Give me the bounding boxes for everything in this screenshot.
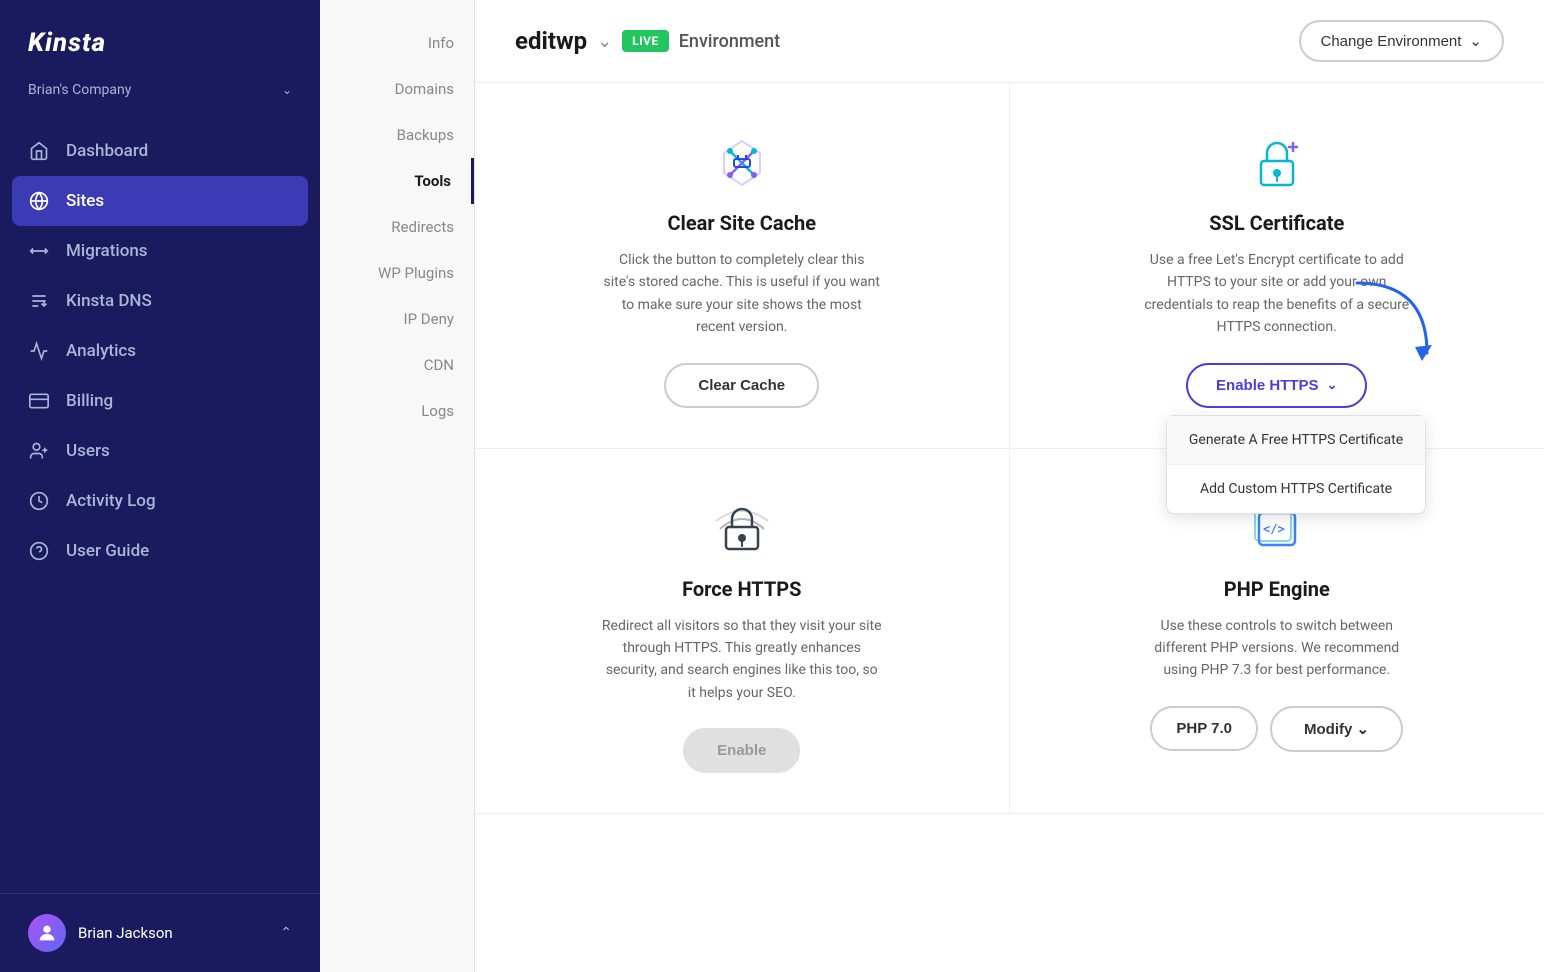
analytics-icon — [28, 340, 50, 362]
site-title: editwp — [515, 27, 587, 55]
user-info[interactable]: Brian Jackson — [28, 914, 173, 952]
sidebar-item-label: Kinsta DNS — [66, 291, 152, 311]
company-selector[interactable]: Brian's Company ⌄ — [0, 74, 320, 118]
sidebar-item-label: Billing — [66, 391, 113, 411]
change-environment-button[interactable]: Change Environment ⌄ — [1299, 20, 1505, 62]
sidebar-item-label: Sites — [66, 191, 104, 211]
chevron-up-icon: ⌃ — [280, 925, 292, 941]
dropdown-item-custom-cert[interactable]: Add Custom HTTPS Certificate — [1167, 465, 1425, 513]
sub-nav-cdn[interactable]: CDN — [320, 342, 474, 388]
tool-title: SSL Certificate — [1209, 211, 1344, 235]
main-nav: Dashboard Sites Migrations Kinsta DNS An… — [0, 118, 320, 893]
sidebar-item-activity-log[interactable]: Activity Log — [0, 476, 320, 526]
svg-text:</>: </> — [1263, 522, 1285, 536]
enable-https-button[interactable]: Enable HTTPS ⌄ — [1186, 363, 1367, 408]
tool-desc: Click the button to completely clear thi… — [602, 249, 882, 339]
sub-sidebar: Info Domains Backups Tools Redirects WP … — [320, 0, 475, 972]
sidebar-item-label: Dashboard — [66, 141, 148, 161]
brand-logo: Kinsta — [0, 0, 320, 74]
sub-nav-redirects[interactable]: Redirects — [320, 204, 474, 250]
sidebar-item-label: Users — [66, 441, 110, 461]
tool-desc: Use these controls to switch between dif… — [1137, 615, 1417, 682]
modify-label: Modify — [1304, 721, 1352, 738]
force-https-icon — [712, 499, 772, 559]
sidebar-item-dashboard[interactable]: Dashboard — [0, 126, 320, 176]
sub-nav-domains[interactable]: Domains — [320, 66, 474, 112]
user-name: Brian Jackson — [78, 924, 173, 942]
sidebar-item-label: User Guide — [66, 541, 149, 561]
chevron-down-icon: ⌄ — [1469, 32, 1482, 50]
sidebar-item-label: Analytics — [66, 341, 136, 361]
home-icon — [28, 140, 50, 162]
sidebar-item-migrations[interactable]: Migrations — [0, 226, 320, 276]
users-icon — [28, 440, 50, 462]
sidebar-item-kinsta-dns[interactable]: Kinsta DNS — [0, 276, 320, 326]
tool-title: Force HTTPS — [682, 577, 801, 601]
sub-nav-logs[interactable]: Logs — [320, 388, 474, 434]
guide-icon — [28, 540, 50, 562]
force-https-button: Enable — [683, 728, 800, 773]
billing-icon — [28, 390, 50, 412]
enable-https-label: Enable HTTPS — [1216, 377, 1319, 394]
tools-grid: Clear Site Cache Click the button to com… — [475, 83, 1544, 814]
php-controls: PHP 7.0 Modify ⌄ — [1150, 706, 1403, 752]
change-env-label: Change Environment — [1321, 33, 1462, 50]
activity-icon — [28, 490, 50, 512]
php-modify-button[interactable]: Modify ⌄ — [1270, 706, 1403, 752]
brand-name: Kinsta — [28, 28, 106, 58]
sites-icon — [28, 190, 50, 212]
migrations-icon — [28, 240, 50, 262]
ssl-icon — [1247, 133, 1307, 193]
tool-title: Clear Site Cache — [667, 211, 816, 235]
sidebar-item-sites[interactable]: Sites — [12, 176, 308, 226]
sidebar-footer: Brian Jackson ⌃ — [0, 893, 320, 972]
chevron-down-icon: ⌄ — [1327, 377, 1338, 393]
sidebar: Kinsta Brian's Company ⌄ Dashboard Sites… — [0, 0, 320, 972]
enable-https-wrapper: Enable HTTPS ⌄ Generate A Free HTTPS Cer… — [1186, 363, 1367, 408]
tool-desc: Redirect all visitors so that they visit… — [602, 615, 882, 705]
sidebar-item-users[interactable]: Users — [0, 426, 320, 476]
https-dropdown: Generate A Free HTTPS Certificate Add Cu… — [1166, 415, 1426, 514]
chevron-down-icon: ⌄ — [1357, 721, 1370, 738]
environment-label: Environment — [679, 31, 780, 52]
tool-title: PHP Engine — [1224, 577, 1330, 601]
clear-cache-icon — [712, 133, 772, 193]
sub-nav-tools[interactable]: Tools — [320, 158, 474, 204]
sidebar-item-label: Activity Log — [66, 491, 156, 511]
site-title-area: editwp ⌄ LIVE Environment — [515, 27, 780, 55]
sidebar-item-user-guide[interactable]: User Guide — [0, 526, 320, 576]
php-version-button: PHP 7.0 — [1150, 706, 1258, 751]
main-header: editwp ⌄ LIVE Environment Change Environ… — [475, 0, 1544, 83]
sub-nav-wp-plugins[interactable]: WP Plugins — [320, 250, 474, 296]
tool-card-clear-cache: Clear Site Cache Click the button to com… — [475, 83, 1010, 449]
chevron-down-icon: ⌄ — [282, 83, 292, 97]
avatar — [28, 914, 66, 952]
live-badge: LIVE — [622, 30, 669, 52]
sub-nav-backups[interactable]: Backups — [320, 112, 474, 158]
dropdown-item-free-cert[interactable]: Generate A Free HTTPS Certificate — [1167, 416, 1425, 465]
dns-icon — [28, 290, 50, 312]
tool-desc: Use a free Let's Encrypt certificate to … — [1137, 249, 1417, 339]
sub-nav-ip-deny[interactable]: IP Deny — [320, 296, 474, 342]
sidebar-item-label: Migrations — [66, 241, 148, 261]
clear-cache-button[interactable]: Clear Cache — [664, 363, 819, 408]
tool-card-ssl: SSL Certificate Use a free Let's Encrypt… — [1010, 83, 1544, 449]
tool-card-force-https: Force HTTPS Redirect all visitors so tha… — [475, 449, 1010, 815]
sidebar-item-billing[interactable]: Billing — [0, 376, 320, 426]
company-name: Brian's Company — [28, 82, 131, 98]
main-content: editwp ⌄ LIVE Environment Change Environ… — [475, 0, 1544, 972]
sub-nav-info[interactable]: Info — [320, 20, 474, 66]
sidebar-item-analytics[interactable]: Analytics — [0, 326, 320, 376]
site-dropdown-icon[interactable]: ⌄ — [597, 31, 612, 52]
